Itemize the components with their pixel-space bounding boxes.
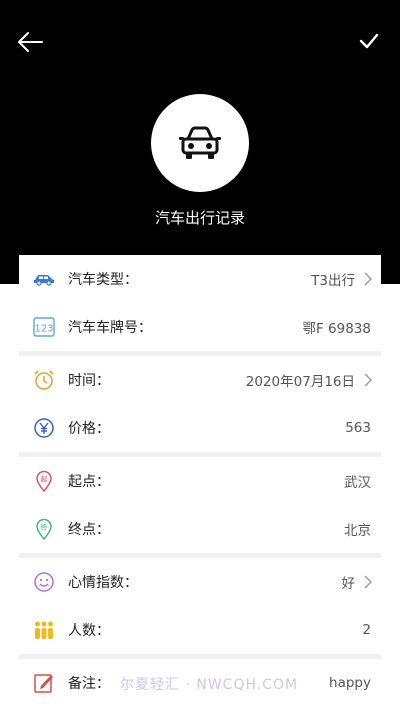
start-value: 武汉 xyxy=(344,475,371,491)
mood-row[interactable]: 心情指数： 好 xyxy=(19,558,381,606)
price-row[interactable]: 价格： 563 xyxy=(19,404,381,452)
page-title: 汽车出行记录 xyxy=(154,209,245,227)
svg-text:起: 起 xyxy=(41,476,48,484)
car-type-row[interactable]: 汽车类型： T3出行 xyxy=(19,255,381,303)
price-value: 563 xyxy=(345,420,371,436)
mood-value: 好 xyxy=(341,576,356,592)
chevron-right-icon xyxy=(363,271,373,287)
watermark: 尔夏轻汇 · NWCQH.COM xyxy=(120,677,299,693)
car-type-value: T3出行 xyxy=(311,273,355,289)
start-pin-icon: 起 xyxy=(33,470,55,492)
end-pin-icon: 终 xyxy=(33,518,55,540)
price-label: 价格： xyxy=(68,421,110,437)
plate-label: 汽车车牌号： xyxy=(68,320,152,336)
people-value: 2 xyxy=(362,622,371,638)
note-label: 备注： xyxy=(68,676,110,692)
end-value: 北京 xyxy=(344,523,371,539)
back-arrow-icon[interactable] xyxy=(14,26,46,58)
time-value: 2020年07月16日 xyxy=(245,374,355,390)
chevron-right-icon xyxy=(363,372,373,388)
car-avatar xyxy=(151,94,249,192)
svg-text:123: 123 xyxy=(34,324,53,335)
people-icon xyxy=(33,619,55,641)
chevron-right-icon xyxy=(363,574,373,590)
time-label: 时间： xyxy=(68,373,110,389)
note-value: happy xyxy=(329,675,371,691)
people-row[interactable]: 人数： 2 xyxy=(19,606,381,654)
confirm-check-icon[interactable] xyxy=(354,26,384,56)
smile-icon xyxy=(33,571,55,593)
alarm-clock-icon xyxy=(33,369,55,391)
plate-row[interactable]: 123 汽车车牌号： 鄂F 69838 xyxy=(19,303,381,351)
plate-icon: 123 xyxy=(33,316,55,338)
mood-label: 心情指数： xyxy=(68,575,138,591)
yen-icon xyxy=(33,417,55,439)
time-price-group: 时间： 2020年07月16日 价格： 563 xyxy=(19,356,381,452)
car-type-label: 汽车类型： xyxy=(68,272,138,288)
time-row[interactable]: 时间： 2020年07月16日 xyxy=(19,356,381,404)
note-icon xyxy=(33,672,55,694)
plate-value: 鄂F 69838 xyxy=(302,321,371,337)
car-icon xyxy=(33,268,55,290)
car-front-icon xyxy=(179,126,221,159)
svg-text:终: 终 xyxy=(41,523,48,532)
header: 汽车出行记录 xyxy=(0,0,400,284)
route-group: 起 起点： 武汉 终 终点： 北京 xyxy=(19,457,381,553)
vehicle-group: 汽车类型： T3出行 123 汽车车牌号： 鄂F 69838 xyxy=(19,255,381,351)
end-label: 终点： xyxy=(68,522,110,538)
mood-group: 心情指数： 好 人数： 2 xyxy=(19,558,381,654)
people-label: 人数： xyxy=(68,623,110,639)
start-label: 起点： xyxy=(68,474,110,490)
end-row[interactable]: 终 终点： 北京 xyxy=(19,505,381,553)
start-row[interactable]: 起 起点： 武汉 xyxy=(19,457,381,505)
record-form: 汽车类型： T3出行 123 汽车车牌号： 鄂F 69838 时间： 2020年… xyxy=(19,255,381,710)
